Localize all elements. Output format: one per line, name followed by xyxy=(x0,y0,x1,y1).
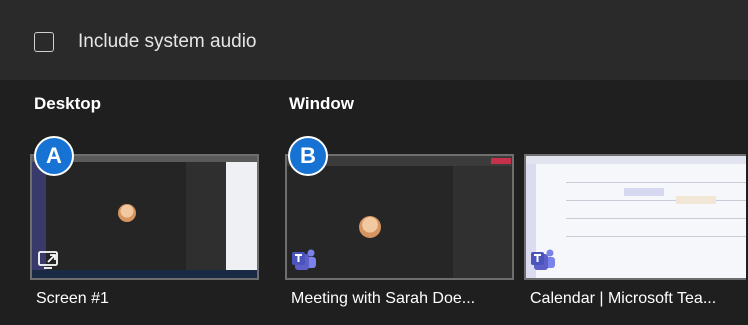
include-system-audio-checkbox[interactable] xyxy=(34,32,54,52)
thumbnail-grid-line xyxy=(566,218,746,219)
thumbnail-event xyxy=(676,196,716,204)
badge-b: B xyxy=(288,136,328,176)
participant-avatar xyxy=(118,204,136,222)
thumbnail-window-right xyxy=(226,162,257,270)
thumbnail-leave-button xyxy=(491,158,511,164)
system-audio-row: Include system audio xyxy=(0,0,748,80)
screen-1-label: Screen #1 xyxy=(36,290,109,307)
teams-icon xyxy=(531,249,555,270)
thumbnail-event xyxy=(624,188,664,196)
meeting-window-label: Meeting with Sarah Doe... xyxy=(291,290,476,307)
calendar-window-thumbnail[interactable] xyxy=(524,154,746,280)
thumbnail-side-panel xyxy=(186,162,226,270)
thumbnail-taskbar xyxy=(32,270,257,278)
thumbnail-grid-line xyxy=(566,182,746,183)
thumbnail-titlebar xyxy=(526,156,746,164)
thumbnail-grid-line xyxy=(566,236,746,237)
teams-icon xyxy=(292,249,316,270)
badge-a: A xyxy=(34,136,74,176)
thumbnail-side-panel xyxy=(453,166,512,278)
participant-avatar xyxy=(359,216,381,238)
thumbnail-grid-line xyxy=(566,200,746,201)
calendar-window-label: Calendar | Microsoft Tea... xyxy=(530,290,717,307)
thumbnail-meeting-stage xyxy=(46,162,186,270)
meeting-window-thumbnail[interactable] xyxy=(285,154,514,280)
window-section-title: Window xyxy=(289,94,354,113)
desktop-section-title: Desktop xyxy=(34,94,102,113)
include-system-audio-label[interactable]: Include system audio xyxy=(78,31,257,53)
screen-share-icon xyxy=(38,251,58,269)
